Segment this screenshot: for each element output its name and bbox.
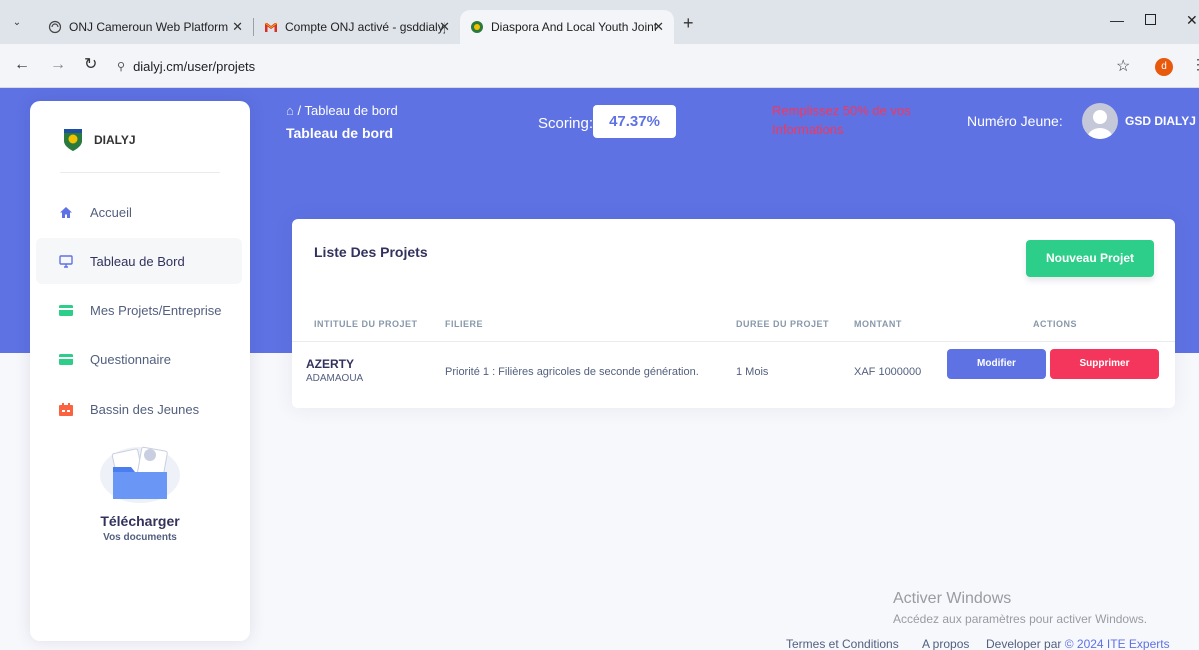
user-name[interactable]: GSD DIALYJ [1125, 114, 1196, 128]
download-title: Télécharger [100, 513, 180, 529]
footer-developer: Developer par © 2024 ITE Experts [986, 637, 1170, 650]
minimize-icon[interactable]: — [1110, 12, 1124, 28]
footer-about-link[interactable]: A propos [922, 637, 969, 650]
column-header: FILIERE [445, 319, 484, 329]
windows-activation-title: Activer Windows [893, 590, 1012, 607]
tab-title: Compte ONJ activé - gsddialyj@ [285, 20, 445, 34]
breadcrumb-current[interactable]: Tableau de bord [304, 103, 397, 118]
close-icon[interactable]: ✕ [232, 19, 243, 35]
column-header: DUREE DU PROJET [736, 319, 830, 329]
card-icon [58, 303, 74, 317]
bookmark-star-icon[interactable]: ☆ [1116, 56, 1130, 76]
sidebar-item-tableau-de-bord[interactable]: Tableau de Bord [36, 238, 242, 284]
numero-jeune-label: Numéro Jeune: [967, 113, 1063, 129]
footer-terms-link[interactable]: Termes et Conditions [786, 637, 899, 650]
sidebar-item-mes-projets[interactable]: Mes Projets/Entreprise [36, 287, 242, 333]
table-divider [292, 341, 1175, 342]
project-name: AZERTY [306, 357, 354, 371]
project-duree: 1 Mois [736, 366, 769, 378]
card-icon [58, 352, 74, 366]
page-title: Tableau de bord [286, 125, 394, 141]
tab-search-button[interactable]: ⌄ [8, 14, 26, 32]
project-filiere: Priorité 1 : Filières agricoles de secon… [445, 366, 699, 378]
divider [60, 172, 220, 173]
home-icon [58, 205, 74, 219]
projects-card: Liste Des Projets Nouveau Projet INTITUL… [292, 219, 1175, 408]
column-header: INTITULE DU PROJET [314, 319, 418, 329]
download-documents[interactable]: Télécharger Vos documents [30, 441, 250, 543]
browser-tab-dialyj[interactable]: Diaspora And Local Youth Joint ✕ [460, 10, 674, 44]
brand-name: DIALYJ [94, 133, 136, 147]
close-icon[interactable]: ✕ [653, 19, 664, 35]
sidebar: DIALYJ Accueil Tableau de Bord Mes Proje… [30, 101, 250, 641]
profile-avatar[interactable]: d [1155, 58, 1173, 76]
developer-link[interactable]: © 2024 ITE Experts [1065, 637, 1170, 650]
column-header: ACTIONS [1033, 319, 1077, 329]
url-text: dialyj.cm/user/projets [133, 58, 256, 74]
sidebar-item-label: Bassin des Jeunes [90, 401, 200, 417]
documents-folder-icon [100, 446, 180, 503]
download-subtitle: Vos documents [103, 532, 177, 543]
reload-icon[interactable]: ↻ [84, 57, 97, 73]
delete-project-button[interactable]: Supprimer [1050, 349, 1159, 379]
edit-project-button[interactable]: Modifier [947, 349, 1046, 379]
sidebar-item-label: Mes Projets/Entreprise [90, 302, 222, 318]
breadcrumb: ⌂ / Tableau de bord [286, 103, 398, 118]
forward-arrow-icon[interactable]: → [50, 57, 66, 73]
tab-title: ONJ Cameroun Web Platform [69, 20, 229, 34]
monitor-icon [58, 254, 74, 268]
scoring-label: Scoring: [538, 115, 594, 132]
close-window-icon[interactable]: ✕ [1186, 12, 1198, 29]
project-region: ADAMAOUA [306, 373, 364, 384]
restore-icon[interactable] [1145, 14, 1156, 25]
browser-address-bar: ← → ↻ ⚲ dialyj.cm/user/projets ☆ d ⋮ [0, 44, 1199, 88]
column-header: MONTANT [854, 319, 902, 329]
projects-title: Liste Des Projets [314, 244, 428, 260]
brand[interactable]: DIALYJ [60, 127, 136, 153]
home-icon[interactable]: ⌂ [286, 103, 294, 118]
close-icon[interactable]: ✕ [439, 19, 450, 35]
browser-tab-gmail[interactable]: Compte ONJ activé - gsddialyj@ ✕ [254, 10, 460, 44]
back-arrow-icon[interactable]: ← [14, 57, 30, 73]
new-project-button[interactable]: Nouveau Projet [1026, 240, 1154, 277]
menu-icon[interactable]: ⋮ [1191, 56, 1199, 73]
windows-activation-subtitle: Accédez aux paramètres pour activer Wind… [893, 612, 1148, 626]
developer-prefix: Developer par [986, 637, 1062, 650]
scoring-value: 47.37% [593, 105, 676, 138]
calendar-icon [58, 402, 74, 416]
sidebar-item-label: Tableau de Bord [90, 253, 185, 269]
completion-warning: Remplissez 50% de vos Informations [772, 103, 911, 137]
sidebar-item-accueil[interactable]: Accueil [36, 189, 242, 235]
browser-tab-onj[interactable]: ONJ Cameroun Web Platform ✕ [38, 10, 253, 44]
url-field[interactable]: ⚲ dialyj.cm/user/projets [113, 51, 1143, 81]
tab-title: Diaspora And Local Youth Joint [491, 20, 656, 34]
project-montant: XAF 1000000 [854, 366, 922, 378]
sidebar-item-bassin-des-jeunes[interactable]: Bassin des Jeunes [36, 386, 242, 432]
dialyj-logo-icon [60, 127, 86, 153]
browser-tab-bar: ⌄ ONJ Cameroun Web Platform ✕ Compte ONJ… [0, 0, 1199, 44]
site-settings-icon[interactable]: ⚲ [117, 60, 125, 73]
sidebar-item-label: Accueil [90, 204, 132, 220]
user-avatar[interactable] [1082, 103, 1118, 139]
gmail-icon [264, 20, 278, 34]
dialyj-logo-icon [470, 20, 484, 34]
sidebar-item-label: Questionnaire [90, 351, 171, 367]
sidebar-item-questionnaire[interactable]: Questionnaire [36, 336, 242, 382]
globe-icon [48, 20, 62, 34]
new-tab-button[interactable]: + [683, 14, 694, 32]
